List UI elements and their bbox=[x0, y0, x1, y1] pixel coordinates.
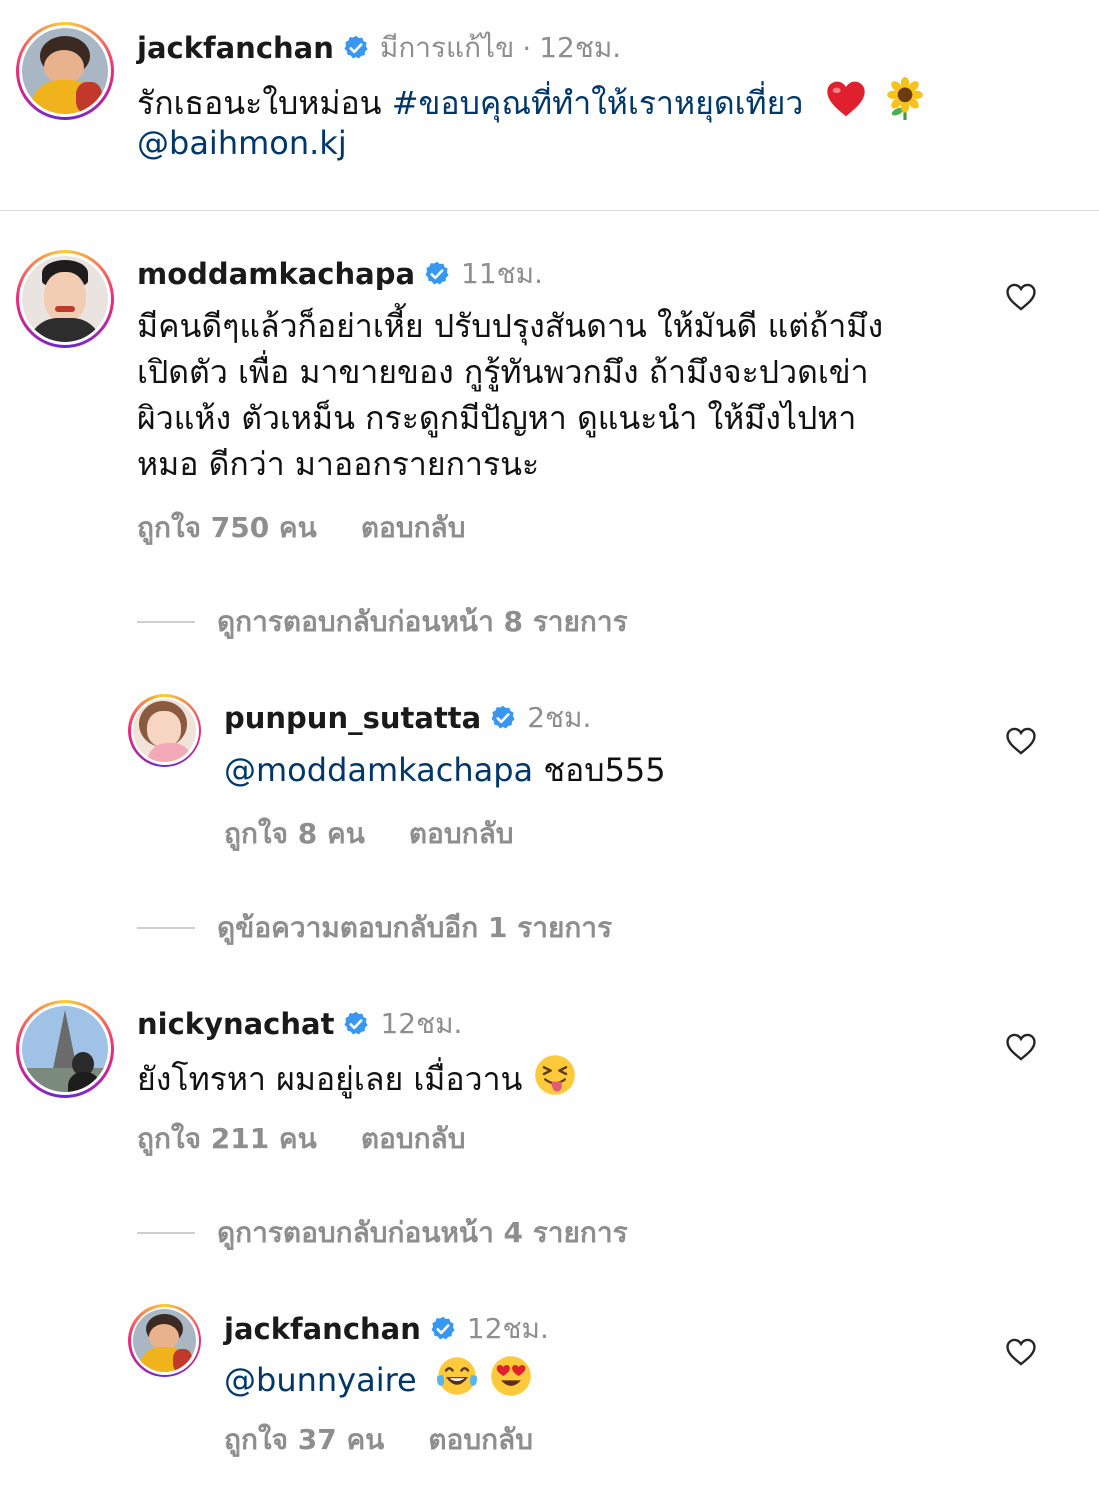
heart-outline-icon[interactable] bbox=[1004, 280, 1038, 318]
like-count[interactable]: ถูกใจ 211 คน bbox=[137, 1122, 317, 1155]
heart-outline-icon[interactable] bbox=[1004, 1335, 1038, 1373]
sunflower-emoji bbox=[884, 77, 926, 133]
comment-username[interactable]: moddamkachapa bbox=[137, 257, 415, 291]
reply-button[interactable]: ตอบกลับ bbox=[361, 511, 466, 544]
post-edited-label: มีการแก้ไข bbox=[379, 31, 515, 64]
view-replies-link[interactable]: ดูการตอบกลับก่อนหน้า 8 รายการ bbox=[137, 600, 628, 644]
reply-button[interactable]: ตอบกลับ bbox=[409, 817, 514, 850]
verified-badge-icon bbox=[489, 704, 517, 732]
comment-text: ยังโทรหา ผมอยู่เลย เมื่อวาน bbox=[137, 1060, 533, 1098]
verified-badge-icon bbox=[423, 260, 451, 288]
thread-line bbox=[137, 1232, 195, 1234]
comment-line: ผิวแห้ง ตัวเหม็น กระดูกมีปัญหา ดูแนะนำ ใ… bbox=[137, 399, 857, 437]
reply-username[interactable]: jackfanchan bbox=[224, 1312, 421, 1346]
reply-button[interactable]: ตอบกลับ bbox=[428, 1423, 533, 1456]
squinting-tongue-emoji bbox=[533, 1053, 577, 1109]
thread-line bbox=[137, 621, 195, 623]
verified-badge-icon bbox=[429, 1315, 457, 1343]
view-replies-link[interactable]: ดูข้อความตอบกลับอีก 1 รายการ bbox=[137, 906, 612, 950]
comment-body: มีคนดีๆแล้วก็อย่าเหี้ย ปรับปรุงสันดาน ให… bbox=[137, 303, 883, 487]
post-username[interactable]: jackfanchan bbox=[137, 31, 334, 65]
comment-line: เปิดตัว เพื่อ มาขายของ กูรู้ทันพวกมึง ถ้… bbox=[137, 353, 869, 391]
reply-body: @moddamkachapa ชอบ555 bbox=[224, 747, 666, 793]
reply-mention[interactable]: @moddamkachapa bbox=[224, 751, 533, 789]
reply-text: ชอบ555 bbox=[533, 751, 666, 789]
reply-avatar[interactable] bbox=[128, 1304, 201, 1377]
view-replies-label: ดูการตอบกลับก่อนหน้า 4 รายการ bbox=[217, 1216, 628, 1249]
post-author-avatar[interactable] bbox=[16, 22, 114, 120]
separator-dot: · bbox=[522, 31, 532, 65]
like-count[interactable]: ถูกใจ 8 คน bbox=[224, 817, 365, 850]
comment-avatar[interactable] bbox=[16, 250, 114, 348]
reply-time: 2ชม. bbox=[527, 701, 592, 734]
heart-eyes-emoji bbox=[489, 1354, 533, 1410]
reply-avatar[interactable] bbox=[128, 694, 201, 767]
verified-badge-icon bbox=[342, 1010, 370, 1038]
comment-body: ยังโทรหา ผมอยู่เลย เมื่อวาน bbox=[137, 1053, 577, 1109]
view-replies-label: ดูข้อความตอบกลับอีก 1 รายการ bbox=[217, 911, 613, 944]
reply-username[interactable]: punpun_sutatta bbox=[224, 701, 481, 735]
tears-of-joy-emoji bbox=[435, 1354, 479, 1410]
thread-line bbox=[137, 927, 195, 929]
verified-badge-icon bbox=[342, 34, 370, 62]
heart-outline-icon[interactable] bbox=[1004, 724, 1038, 762]
caption-divider bbox=[0, 210, 1099, 211]
comment-line: หมอ ดีกว่า มาออกรายการนะ bbox=[137, 445, 540, 483]
comment-time: 12ชม. bbox=[380, 1007, 463, 1040]
caption-text: รักเธอนะใบหม่อน bbox=[137, 84, 392, 122]
red-heart-emoji bbox=[824, 79, 868, 131]
reply-time: 12ชม. bbox=[466, 1312, 549, 1345]
caption-hashtag[interactable]: #ขอบคุณที่ทำให้เราหยุดเที่ยว bbox=[392, 84, 804, 122]
comment-line: มีคนดีๆแล้วก็อย่าเหี้ย ปรับปรุงสันดาน ให… bbox=[137, 307, 884, 345]
caption-mention[interactable]: @baihmon.kj bbox=[137, 120, 347, 166]
reply-button[interactable]: ตอบกลับ bbox=[361, 1122, 466, 1155]
like-count[interactable]: ถูกใจ 750 คน bbox=[137, 511, 317, 544]
view-replies-link[interactable]: ดูการตอบกลับก่อนหน้า 4 รายการ bbox=[137, 1211, 628, 1255]
reply-mention[interactable]: @bunnyaire bbox=[224, 1361, 417, 1399]
post-time: 12ชม. bbox=[539, 31, 622, 64]
comment-username[interactable]: nickynachat bbox=[137, 1007, 334, 1041]
comment-time: 11ชม. bbox=[461, 257, 544, 290]
heart-outline-icon[interactable] bbox=[1004, 1030, 1038, 1068]
view-replies-label: ดูการตอบกลับก่อนหน้า 8 รายการ bbox=[217, 605, 628, 638]
like-count[interactable]: ถูกใจ 37 คน bbox=[224, 1423, 384, 1456]
comment-avatar[interactable] bbox=[16, 1000, 114, 1098]
reply-body: @bunnyaire bbox=[224, 1354, 533, 1410]
